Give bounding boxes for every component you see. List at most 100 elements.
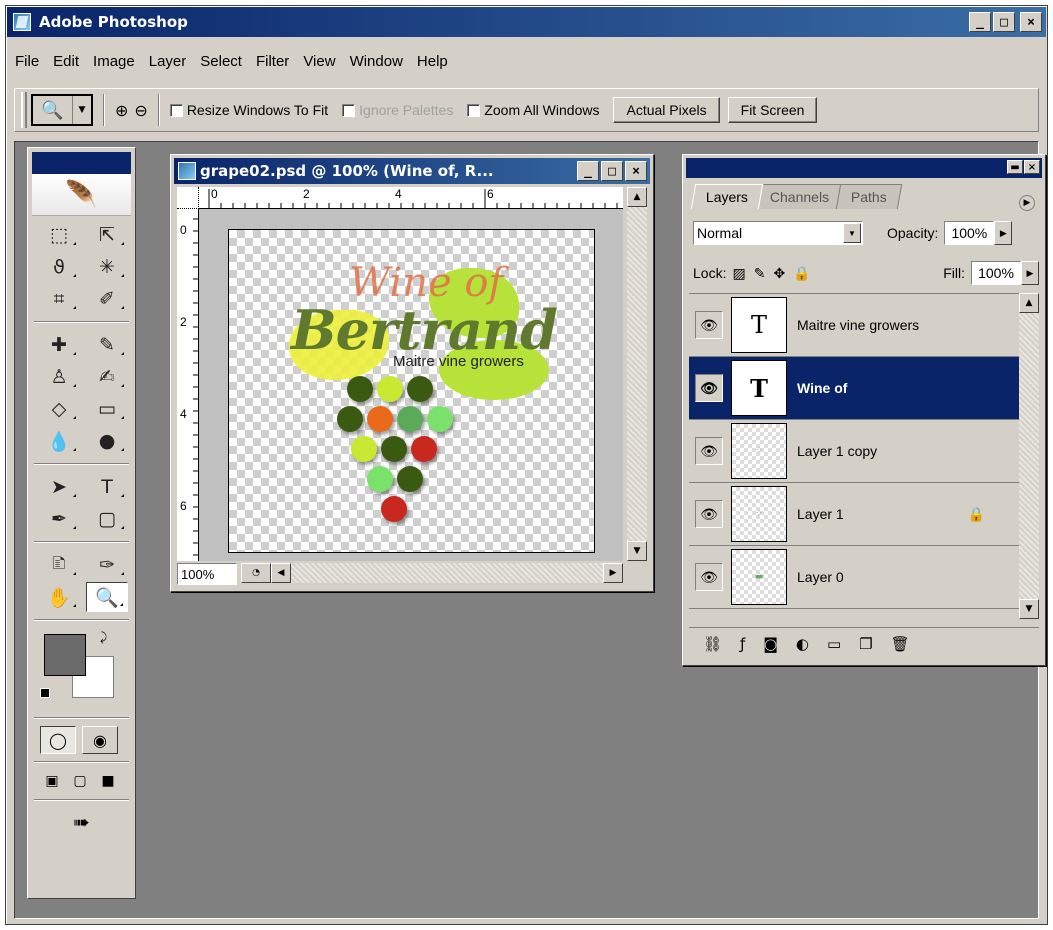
- menu-help[interactable]: Help: [417, 53, 448, 70]
- new-group-icon[interactable]: ▭: [827, 635, 841, 653]
- type-tool-icon[interactable]: T: [86, 472, 128, 502]
- fill-field[interactable]: 100%: [971, 261, 1021, 285]
- new-layer-icon[interactable]: ❐: [859, 635, 872, 653]
- lock-transparency-icon[interactable]: ▨: [732, 265, 745, 282]
- horizontal-ruler[interactable]: 0 2 4 6: [199, 187, 623, 209]
- maximize-button[interactable]: □: [993, 12, 1015, 32]
- scroll-down-icon[interactable]: ▼: [1019, 599, 1039, 619]
- ignore-palettes-checkbox[interactable]: Ignore Palettes: [342, 102, 453, 118]
- hand-tool-icon[interactable]: ✋: [38, 582, 80, 612]
- layer-row[interactable]: 👁 ⁘ Layer 1 🔒: [689, 483, 1021, 546]
- default-colors-icon[interactable]: [40, 688, 50, 698]
- dodge-tool-icon[interactable]: ●: [86, 426, 128, 456]
- menu-select[interactable]: Select: [200, 53, 242, 70]
- blur-tool-icon[interactable]: 💧: [38, 426, 80, 456]
- doc-close-button[interactable]: ×: [625, 161, 647, 181]
- fill-slider-button[interactable]: ▶: [1021, 261, 1039, 285]
- add-mask-icon[interactable]: ◙: [763, 635, 778, 653]
- tab-channels[interactable]: Channels: [754, 184, 845, 209]
- zoom-out-icon[interactable]: ⊖: [134, 101, 147, 120]
- chevron-down-icon[interactable]: ▼: [843, 223, 861, 243]
- doc-minimize-button[interactable]: _: [577, 161, 599, 181]
- lock-position-icon[interactable]: ✥: [773, 265, 785, 282]
- scroll-down-icon[interactable]: ▼: [627, 541, 647, 561]
- slice-tool-icon[interactable]: ✐: [86, 284, 128, 314]
- opacity-field[interactable]: 100%: [944, 221, 995, 245]
- menu-window[interactable]: Window: [350, 53, 403, 70]
- swap-colors-icon[interactable]: ⤸: [100, 630, 107, 645]
- scroll-up-icon[interactable]: ▲: [627, 187, 647, 207]
- status-menu-icon[interactable]: ◔: [241, 563, 271, 583]
- layer-style-icon[interactable]: ƒ: [740, 635, 745, 653]
- eye-icon[interactable]: 👁: [695, 563, 723, 591]
- menu-edit[interactable]: Edit: [53, 53, 79, 70]
- scroll-up-icon[interactable]: ▲: [1019, 293, 1039, 313]
- pen-tool-icon[interactable]: ✒: [38, 504, 80, 534]
- options-bar-grip[interactable]: [21, 92, 27, 128]
- layers-scrollbar[interactable]: ▲ ▼: [1019, 293, 1039, 619]
- ruler-origin[interactable]: [177, 187, 199, 209]
- fit-screen-button[interactable]: Fit Screen: [727, 97, 818, 123]
- zoom-all-windows-checkbox[interactable]: Zoom All Windows: [467, 102, 599, 118]
- scroll-track[interactable]: [291, 563, 603, 583]
- palette-minimize-button[interactable]: ▬: [1007, 160, 1023, 174]
- tab-paths[interactable]: Paths: [835, 184, 903, 209]
- link-icon[interactable]: ⛓: [703, 635, 722, 653]
- lasso-tool-icon[interactable]: ϑ: [38, 252, 80, 282]
- menu-file[interactable]: File: [15, 53, 39, 70]
- lock-all-icon[interactable]: 🔒: [793, 265, 810, 282]
- move-tool-icon[interactable]: ⇱: [86, 220, 128, 250]
- eye-icon[interactable]: 👁: [695, 437, 723, 465]
- path-selection-tool-icon[interactable]: ➤: [38, 472, 80, 502]
- image-canvas[interactable]: Wine of Bertrand Maitre vine growers: [228, 229, 595, 553]
- eye-icon[interactable]: 👁: [695, 500, 723, 528]
- menu-filter[interactable]: Filter: [256, 53, 289, 70]
- canvas-area[interactable]: Wine of Bertrand Maitre vine growers: [199, 209, 623, 561]
- actual-pixels-button[interactable]: Actual Pixels: [613, 97, 720, 123]
- toolbox-header[interactable]: [32, 152, 131, 174]
- palette-menu-icon[interactable]: ▶: [1019, 195, 1035, 211]
- standard-screen-mode-icon[interactable]: ▣: [40, 770, 64, 792]
- magic-wand-tool-icon[interactable]: ✳: [86, 252, 128, 282]
- lock-image-icon[interactable]: ✎: [754, 265, 766, 282]
- history-brush-tool-icon[interactable]: ✍: [86, 362, 128, 392]
- shape-tool-icon[interactable]: ▢: [86, 504, 128, 534]
- eraser-tool-icon[interactable]: ◇: [38, 394, 80, 424]
- full-screen-mode-icon[interactable]: ■: [96, 770, 120, 792]
- notes-tool-icon[interactable]: 🗈: [38, 550, 80, 580]
- doc-vertical-scrollbar[interactable]: ▲ ▼: [627, 187, 647, 561]
- crop-tool-icon[interactable]: ⌗: [38, 284, 80, 314]
- palette-header[interactable]: ▬ ×: [686, 158, 1042, 178]
- tab-layers[interactable]: Layers: [690, 184, 764, 209]
- zoom-in-icon[interactable]: ⊕: [115, 101, 128, 120]
- chevron-down-icon[interactable]: ▼: [73, 96, 91, 124]
- layer-row[interactable]: 👁 T Wine of: [689, 357, 1021, 420]
- foreground-color-swatch[interactable]: [44, 634, 86, 676]
- menu-image[interactable]: Image: [93, 53, 135, 70]
- layer-row[interactable]: 👁 ▬ Layer 0: [689, 546, 1021, 609]
- trash-icon[interactable]: 🗑: [891, 635, 910, 653]
- zoom-level-field[interactable]: 100%: [177, 563, 237, 585]
- clone-stamp-tool-icon[interactable]: ♙: [38, 362, 80, 392]
- healing-brush-tool-icon[interactable]: ✚: [38, 330, 80, 360]
- opacity-slider-button[interactable]: ▶: [994, 221, 1013, 245]
- eyedropper-tool-icon[interactable]: ✑: [86, 550, 128, 580]
- feather-logo-icon[interactable]: 🪶: [32, 174, 131, 216]
- minimize-button[interactable]: _: [969, 12, 991, 32]
- menu-layer[interactable]: Layer: [149, 53, 187, 70]
- standard-mode-button[interactable]: ◯: [40, 726, 76, 754]
- full-screen-menu-mode-icon[interactable]: ▢: [68, 770, 92, 792]
- tool-preset-picker[interactable]: 🔍 ▼: [31, 94, 93, 126]
- vertical-ruler[interactable]: 0 2 4 6: [177, 209, 199, 561]
- scroll-right-icon[interactable]: ▶: [603, 563, 623, 583]
- resize-windows-checkbox[interactable]: Resize Windows To Fit: [169, 102, 328, 118]
- brush-tool-icon[interactable]: ✎: [86, 330, 128, 360]
- marquee-tool-icon[interactable]: ⬚: [38, 220, 80, 250]
- layer-row[interactable]: 👁 T Maitre vine growers: [689, 294, 1021, 357]
- eye-icon[interactable]: 👁: [695, 374, 723, 402]
- jump-to-imageready-icon[interactable]: ➠: [28, 804, 135, 840]
- gradient-tool-icon[interactable]: ▭: [86, 394, 128, 424]
- doc-maximize-button[interactable]: □: [601, 161, 623, 181]
- layer-row[interactable]: 👁 ⁘ Layer 1 copy: [689, 420, 1021, 483]
- adjustment-layer-icon[interactable]: ◐: [796, 635, 809, 653]
